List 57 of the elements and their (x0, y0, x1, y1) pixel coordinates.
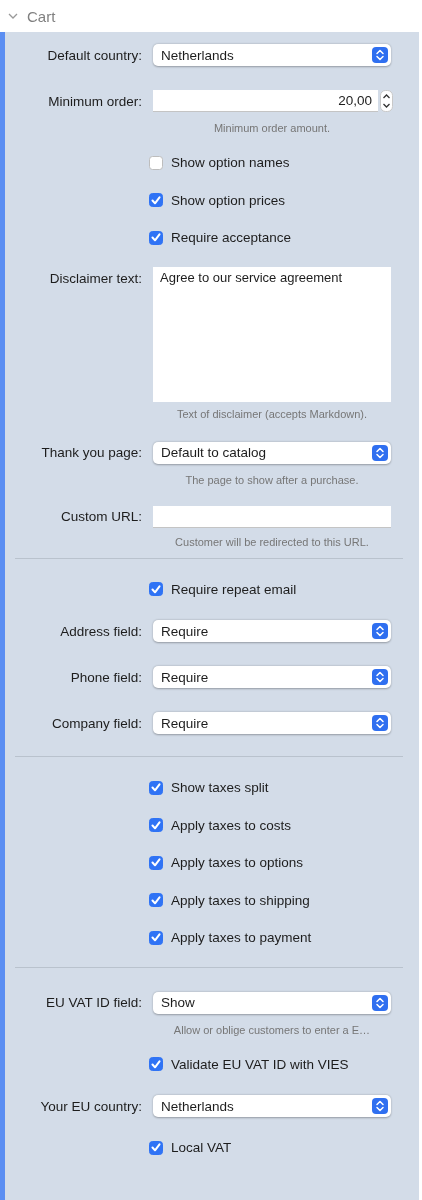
checkbox-label: Apply taxes to shipping (171, 892, 310, 908)
up-down-arrows-icon (372, 623, 388, 639)
checkbox[interactable] (149, 893, 163, 908)
dropdown[interactable]: Netherlands (153, 44, 391, 66)
dropdown[interactable]: Require (153, 620, 391, 642)
field-label: Default country: (47, 47, 142, 63)
checkbox-label: Validate EU VAT ID with VIES (171, 1056, 349, 1072)
checkbox-label: Show option names (171, 155, 290, 171)
checkbox-label: Apply taxes to payment (171, 930, 312, 946)
checkbox-label: Show option prices (171, 192, 286, 208)
field-label: Your EU country: (40, 1098, 142, 1114)
chevron-icon[interactable] (8, 13, 18, 19)
number-field[interactable]: 20,00 (153, 90, 378, 112)
up-down-arrows-icon (372, 47, 388, 63)
up-down-arrows-icon (372, 715, 388, 731)
hint-text: Text of disclaimer (accepts Markdown). (176, 407, 368, 420)
checkbox[interactable] (149, 582, 163, 597)
field-label: Thank you page: (41, 445, 142, 460)
checkbox[interactable] (149, 780, 163, 795)
stepper-arrows-icon[interactable] (380, 90, 393, 112)
section-title: Cart (27, 7, 56, 25)
dropdown[interactable]: Require (153, 712, 391, 734)
input-field[interactable] (153, 505, 391, 528)
field-label: Custom URL: (60, 509, 142, 524)
field-label: Address field: (60, 623, 142, 639)
checkbox-label: Apply taxes to costs (171, 817, 292, 833)
dropdown[interactable]: Show (153, 991, 391, 1014)
checkbox-label: Require repeat email (171, 581, 297, 597)
checkbox[interactable] (149, 230, 163, 245)
checkbox[interactable] (149, 155, 163, 170)
hint-text: Allow or oblige customers to enter a E… (173, 1023, 371, 1036)
checkbox-label: Apply taxes to options (171, 855, 304, 871)
dropdown[interactable]: Netherlands (153, 1095, 391, 1117)
field-label: Company field: (51, 715, 142, 731)
text-area[interactable]: Agree to our service agreement (153, 266, 391, 402)
checkbox-label: Local VAT (171, 1140, 232, 1156)
checkbox[interactable] (149, 818, 163, 833)
checkbox[interactable] (149, 1057, 163, 1072)
dropdown[interactable]: Default to catalog (153, 441, 391, 464)
hint-text: Minimum order amount. (213, 122, 331, 134)
up-down-arrows-icon (372, 669, 388, 685)
checkbox[interactable] (149, 855, 163, 870)
up-down-arrows-icon (372, 994, 388, 1011)
field-label: Minimum order: (48, 93, 142, 109)
hint-text: Customer will be redirected to this URL. (175, 535, 369, 548)
field-label: Phone field: (70, 669, 142, 685)
checkbox-label: Require acceptance (171, 230, 292, 246)
field-label: Disclaimer text: (49, 270, 142, 286)
up-down-arrows-icon (372, 444, 388, 461)
dropdown[interactable]: Require (153, 666, 391, 688)
checkbox[interactable] (149, 193, 163, 208)
field-label: EU VAT ID field: (45, 995, 142, 1010)
checkbox[interactable] (149, 930, 163, 945)
hint-text: The page to show after a purchase. (185, 473, 359, 486)
checkbox[interactable] (149, 1140, 163, 1155)
up-down-arrows-icon (372, 1098, 388, 1114)
checkbox-label: Show taxes split (171, 780, 269, 796)
